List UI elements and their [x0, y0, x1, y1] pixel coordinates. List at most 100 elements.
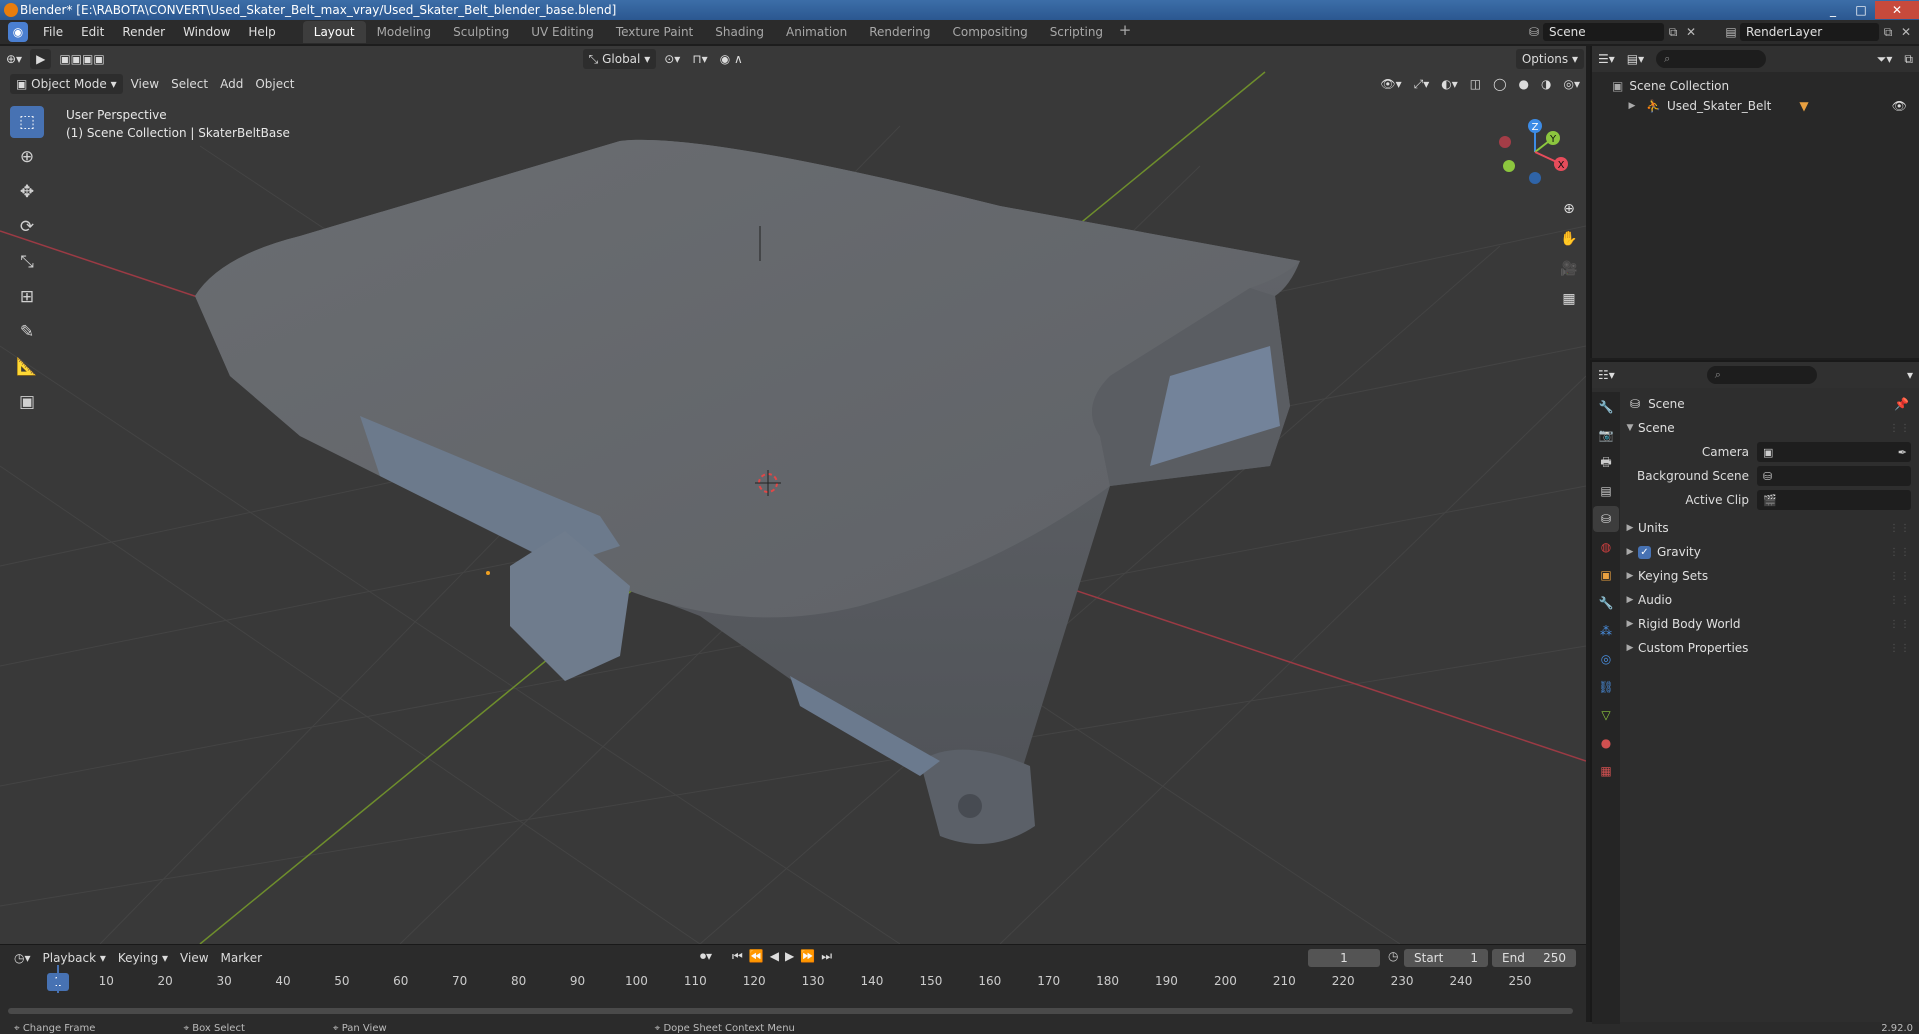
move-tool-icon[interactable]: ✥ — [10, 176, 44, 208]
play-reverse-icon[interactable]: ◀ — [770, 949, 779, 964]
menu-render[interactable]: Render — [113, 21, 174, 43]
audio-panel-header[interactable]: ▶ Audio ⋮⋮ — [1622, 588, 1919, 612]
close-button[interactable]: ✕ — [1875, 1, 1919, 19]
select-tool-icon[interactable]: ▶ — [30, 49, 52, 69]
new-collection-icon[interactable]: ⧉ — [1898, 49, 1919, 69]
xray-icon[interactable]: ◫ — [1464, 74, 1487, 94]
viewport-menu-view[interactable]: View — [125, 74, 165, 94]
gravity-checkbox[interactable]: ✓ — [1638, 545, 1651, 559]
tab-texture-paint[interactable]: Texture Paint — [605, 21, 704, 43]
overlay-toggle-icon[interactable]: ◐▾ — [1435, 74, 1464, 94]
gizmo-toggle-icon[interactable]: ⤢▾ — [1408, 74, 1436, 94]
ortho-grid-icon[interactable]: ▦ — [1556, 286, 1582, 312]
properties-panel[interactable]: ☷▾ ⌕ ▾ 🔧 📷 🖶 ▤ ⛁ ◍ ▣ 🔧 ⁂ ◎ ⛓ ▽ ● ▦ ⛁ Sce… — [1590, 360, 1919, 1024]
select-box-tool-icon[interactable]: ⬚ — [10, 106, 44, 138]
world-tab-icon[interactable]: ◍ — [1593, 534, 1619, 560]
keying-sets-panel-header[interactable]: ▶ Keying Sets ⋮⋮ — [1622, 564, 1919, 588]
end-frame-field[interactable]: End 250 — [1492, 949, 1576, 967]
add-workspace-icon[interactable]: + — [1114, 21, 1136, 43]
drag-handle-icon[interactable]: ⋮⋮ — [1889, 619, 1911, 630]
preview-range-icon[interactable]: ◷ — [1388, 949, 1398, 963]
menu-edit[interactable]: Edit — [72, 21, 113, 43]
pin-icon[interactable]: 📌 — [1894, 397, 1909, 411]
shading-wireframe-icon[interactable]: ◯ — [1487, 74, 1512, 94]
outliner-scene-collection[interactable]: ▣ Scene Collection — [1592, 76, 1919, 96]
tab-layout[interactable]: Layout — [302, 21, 366, 43]
add-cube-tool-icon[interactable]: ▣ — [10, 386, 44, 418]
outliner-editor-type-icon[interactable]: ☰▾ — [1592, 49, 1621, 69]
axis-gizmo-icon[interactable]: Z Y X — [1495, 112, 1575, 192]
outliner-panel[interactable]: ☰▾ ▤▾ ⌕ ⏷▾ ⧉ ▣ Scene Collection ▶ ⛹ Used… — [1590, 46, 1919, 358]
transform-orientation-dropdown[interactable]: ⤡ Global ▾ — [582, 49, 657, 69]
navigation-gizmo[interactable]: Z Y X — [1495, 112, 1575, 192]
3d-viewport[interactable]: ⊕▾ ▶ ▣▣▣▣ ⤡ Global ▾ ⊙▾ ⊓▾ ◉ ∧ Options ▾… — [0, 46, 1586, 944]
filter-icon[interactable]: ⏷▾ — [1871, 49, 1899, 69]
tab-rendering[interactable]: Rendering — [858, 21, 941, 43]
particles-tab-icon[interactable]: ⁂ — [1593, 618, 1619, 644]
render-tab-icon[interactable]: 📷 — [1593, 422, 1619, 448]
properties-options-icon[interactable]: ▾ — [1901, 365, 1919, 385]
zoom-icon[interactable]: ⊕ — [1556, 196, 1582, 222]
new-scene-icon[interactable]: ⧉ — [1664, 25, 1682, 40]
physics-tab-icon[interactable]: ◎ — [1593, 646, 1619, 672]
new-renderlayer-icon[interactable]: ⧉ — [1879, 25, 1897, 40]
minimize-button[interactable]: _ — [1819, 1, 1847, 19]
scene-panel-header[interactable]: ▼ Scene ⋮⋮ — [1622, 416, 1919, 440]
properties-editor-type-icon[interactable]: ☷▾ — [1592, 365, 1621, 385]
record-icon[interactable]: ⏺▾ — [700, 949, 712, 964]
outliner-search-input[interactable]: ⌕ — [1656, 50, 1767, 68]
units-panel-header[interactable]: ▶ Units ⋮⋮ — [1622, 516, 1919, 540]
delete-scene-icon[interactable]: ✕ — [1682, 25, 1700, 39]
tab-compositing[interactable]: Compositing — [941, 21, 1038, 43]
visibility-eye-icon[interactable]: 👁 — [1892, 99, 1907, 113]
outliner-item-used-skater-belt[interactable]: ▶ ⛹ Used_Skater_Belt ▼ 👁 — [1592, 96, 1919, 116]
tab-modeling[interactable]: Modeling — [366, 21, 443, 43]
tab-uv-editing[interactable]: UV Editing — [520, 21, 605, 43]
drag-handle-icon[interactable]: ⋮⋮ — [1889, 595, 1911, 606]
data-tab-icon[interactable]: ▽ — [1593, 702, 1619, 728]
proportional-edit-icon[interactable]: ◉ ∧ — [714, 49, 749, 69]
snap-icon[interactable]: ⊓▾ — [686, 49, 713, 69]
menu-window[interactable]: Window — [174, 21, 239, 43]
scene-name-field[interactable]: Scene — [1543, 23, 1664, 41]
custom-properties-panel-header[interactable]: ▶ Custom Properties ⋮⋮ — [1622, 636, 1919, 660]
display-mode-icon[interactable]: ▤▾ — [1621, 49, 1650, 69]
timeline-menu-view[interactable]: View — [174, 948, 214, 968]
menu-file[interactable]: File — [34, 21, 72, 43]
tab-shading[interactable]: Shading — [704, 21, 775, 43]
active-clip-field[interactable]: 🎬 — [1757, 490, 1911, 510]
viewport-menu-object[interactable]: Object — [249, 74, 300, 94]
view-layer-tab-icon[interactable]: ▤ — [1593, 478, 1619, 504]
renderlayer-name-field[interactable]: RenderLayer — [1740, 23, 1879, 41]
texture-tab-icon[interactable]: ▦ — [1593, 758, 1619, 784]
timeline-editor[interactable]: ◷▾ Playback ▾ Keying ▾ View Marker ⏺▾ ⏮ … — [0, 944, 1586, 1022]
scale-tool-icon[interactable]: ⤡ — [10, 246, 44, 278]
timeline-scrollbar[interactable] — [8, 1008, 1573, 1014]
scene-selector[interactable]: ⛁ Scene ⧉ ✕ — [1525, 22, 1700, 42]
options-dropdown[interactable]: Options ▾ — [1515, 49, 1584, 69]
drag-handle-icon[interactable]: ⋮⋮ — [1889, 423, 1911, 434]
renderlayer-selector[interactable]: ▤ RenderLayer ⧉ ✕ — [1722, 22, 1915, 42]
editor-type-icon[interactable]: ⊕▾ — [0, 49, 28, 69]
material-tab-icon[interactable]: ● — [1593, 730, 1619, 756]
menu-help[interactable]: Help — [239, 21, 284, 43]
properties-search-input[interactable]: ⌕ — [1706, 366, 1817, 384]
prev-keyframe-icon[interactable]: ⏪ — [749, 949, 764, 964]
play-icon[interactable]: ▶ — [785, 949, 794, 964]
annotate-tool-icon[interactable]: ✎ — [10, 316, 44, 348]
transform-tool-icon[interactable]: ⊞ — [10, 281, 44, 313]
eyedropper-icon[interactable]: ✒ — [1898, 446, 1907, 459]
modifier-tab-icon[interactable]: 🔧 — [1593, 590, 1619, 616]
pivot-point-icon[interactable]: ⊙▾ — [658, 49, 686, 69]
measure-tool-icon[interactable]: 📐 — [10, 351, 44, 383]
timeline-menu-marker[interactable]: Marker — [215, 948, 268, 968]
expand-arrow-icon[interactable]: ▶ — [1624, 101, 1640, 111]
object-tab-icon[interactable]: ▣ — [1593, 562, 1619, 588]
visibility-icon[interactable]: 👁▾ — [1374, 74, 1407, 94]
camera-field[interactable]: ▣ ✒ — [1757, 442, 1911, 462]
drag-handle-icon[interactable]: ⋮⋮ — [1889, 523, 1911, 534]
viewport-menu-select[interactable]: Select — [165, 74, 214, 94]
drag-handle-icon[interactable]: ⋮⋮ — [1889, 547, 1911, 558]
timeline-editor-type-icon[interactable]: ◷▾ — [8, 948, 37, 968]
delete-renderlayer-icon[interactable]: ✕ — [1897, 25, 1915, 39]
